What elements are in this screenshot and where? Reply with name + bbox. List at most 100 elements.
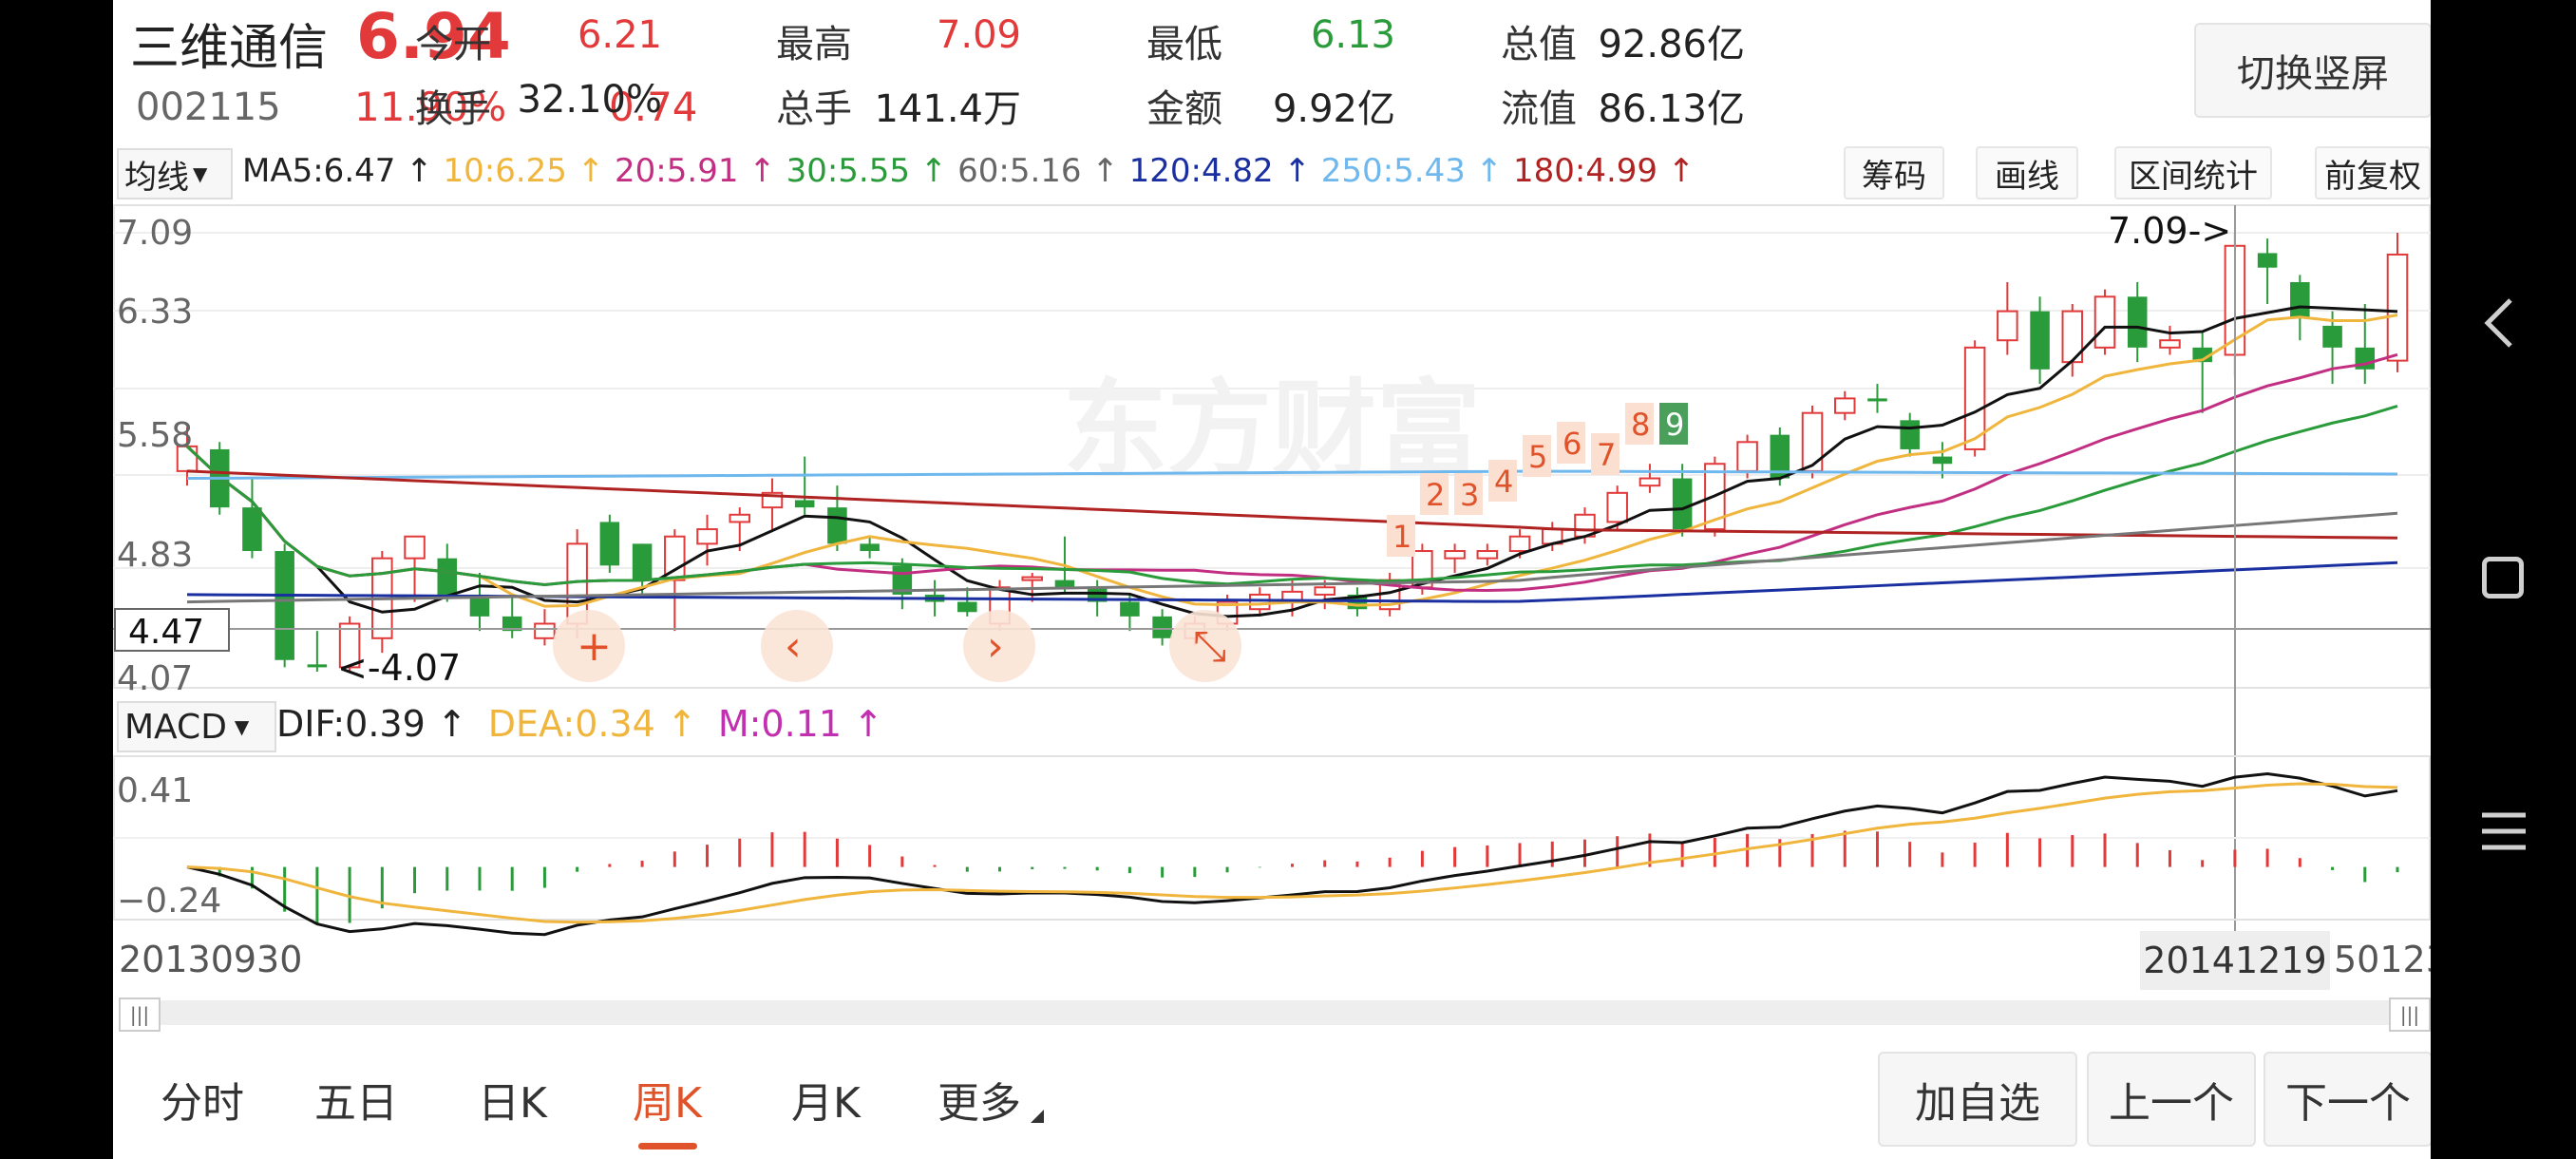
quote-value: 86.13亿 [1598,87,1745,131]
quote-value: 6.13 [1310,13,1395,57]
td-count-number: 2 [1426,477,1445,513]
date-start: 20130930 [119,939,303,980]
candle-body [1508,535,1531,553]
candle-body [2290,282,2310,319]
zoom-in-icon-glyph: + [577,622,612,671]
candle-body [1444,550,1466,560]
td-count-number: 6 [1563,426,1582,462]
candle-body [1249,593,1271,611]
candle-body [1867,398,1887,402]
td-count-number: 5 [1528,439,1547,475]
macd-dif-line [186,771,2398,937]
bottom-button-0[interactable]: 加自选 [1878,1052,2077,1147]
macd-dea-line [186,782,2398,924]
candle-body [1606,491,1628,523]
candle-body [1801,411,1824,472]
macd-values: DIF:0.39 ↑ DEA:0.34 ↑ M:0.11 ↑ [276,703,883,745]
high-annotation: 7.09-> [2108,210,2231,252]
quote-label: 流值 [1501,87,1577,131]
macd-selector-label: MACD [124,707,227,747]
candle-body [534,622,556,639]
candle-body [242,507,262,552]
expand-icon-glyph: ⤡ [1193,622,1226,671]
candle-body [404,535,426,560]
quote-label: 最高 [776,23,852,66]
candle-body [729,513,751,523]
quote-label: 总手 [776,87,852,131]
tab-2[interactable]: 日K [478,1069,547,1130]
bottom-button-2[interactable]: 下一个 [2263,1052,2431,1147]
tab-0[interactable]: 分时 [161,1069,244,1130]
td-count-number: 1 [1392,519,1411,555]
macd-dif: DIF:0.39 [276,703,426,745]
quote-value: 9.92亿 [1272,87,1395,131]
tab-5[interactable]: 更多 [938,1069,1021,1130]
td-count-number: 4 [1494,464,1513,500]
quote-label: 今开 [415,23,491,66]
candle-body [1120,601,1140,617]
date-end: 50123 [2334,939,2431,980]
scroll-handle-left[interactable]: ||| [119,998,161,1032]
candle-body [1314,586,1335,596]
candle-body [1736,441,1758,472]
tool-button-2[interactable]: 区间统计 [2114,146,2272,200]
candle-body [2257,253,2278,268]
candle-body [1900,420,1920,449]
home-nav-icon[interactable] [2482,557,2524,598]
macd-y-bottom: −0.24 [117,882,221,921]
bottom-button-1[interactable]: 上一个 [2087,1052,2256,1147]
candle-body [957,601,977,613]
quote-value: 7.09 [936,13,1021,57]
y-axis-label: 7.09 [117,214,193,253]
td-count-number: 9 [1665,407,1684,443]
candle-body [1997,310,2018,342]
candle-body [2093,295,2116,349]
tool-button-0[interactable]: 筹码 [1844,146,1944,200]
quote-value: 32.10% [517,78,662,122]
macd-dea: DEA:0.34 [487,703,655,745]
quote-label: 换手 [415,87,491,131]
up-arrow-icon: ↑ [842,703,883,745]
tab-4[interactable]: 月K [791,1069,861,1130]
candle-body [599,522,620,566]
quote-value: 92.86亿 [1598,23,1745,66]
candle-body [632,543,653,580]
range-scrollbar[interactable] [119,1000,2431,1025]
pan-right-icon-glyph: › [987,622,1004,671]
tool-button-1[interactable]: 画线 [1976,146,2078,200]
candle-body [1833,397,1856,414]
tab-3[interactable]: 周K [633,1069,702,1130]
kline-chart[interactable]: 东方财富7.096.335.584.834.074.477.09-><-4.07… [113,0,2431,950]
low-annotation: <-4.07 [337,647,461,689]
candle-body [794,500,815,508]
back-nav-icon[interactable] [2478,294,2528,352]
tool-button-3[interactable]: 前复权 [2315,146,2431,200]
y-axis-label: 6.33 [117,293,193,332]
candle-body [437,558,458,595]
more-corner-icon [1031,1110,1044,1123]
macd-m: M:0.11 [717,703,843,745]
current-price-label: 4.47 [128,613,204,652]
candle-body [860,543,880,552]
candle-body [1021,576,1044,581]
menu-nav-icon[interactable] [2480,808,2528,855]
candle-body [1152,616,1172,638]
scroll-handle-right[interactable]: ||| [2389,998,2431,1032]
td-count-number: 7 [1597,437,1616,473]
macd-y-top: 0.41 [117,771,193,810]
y-axis-label: 5.58 [117,416,193,455]
candle-body [2127,296,2148,348]
candle-body [2386,253,2409,362]
candle-body [827,507,847,544]
quote-value: 6.21 [577,13,662,57]
tab-1[interactable]: 五日 [314,1069,398,1130]
candle-body [1054,580,1075,588]
macd-selector[interactable]: MACD ▼ [117,701,276,752]
up-arrow-icon: ↑ [425,703,479,745]
system-nav-bar [2431,0,2576,1159]
candle-body [1672,478,1693,530]
candle-body [696,528,718,545]
candle-body [307,664,328,668]
candle-body [275,551,294,660]
up-arrow-icon: ↑ [654,703,709,745]
